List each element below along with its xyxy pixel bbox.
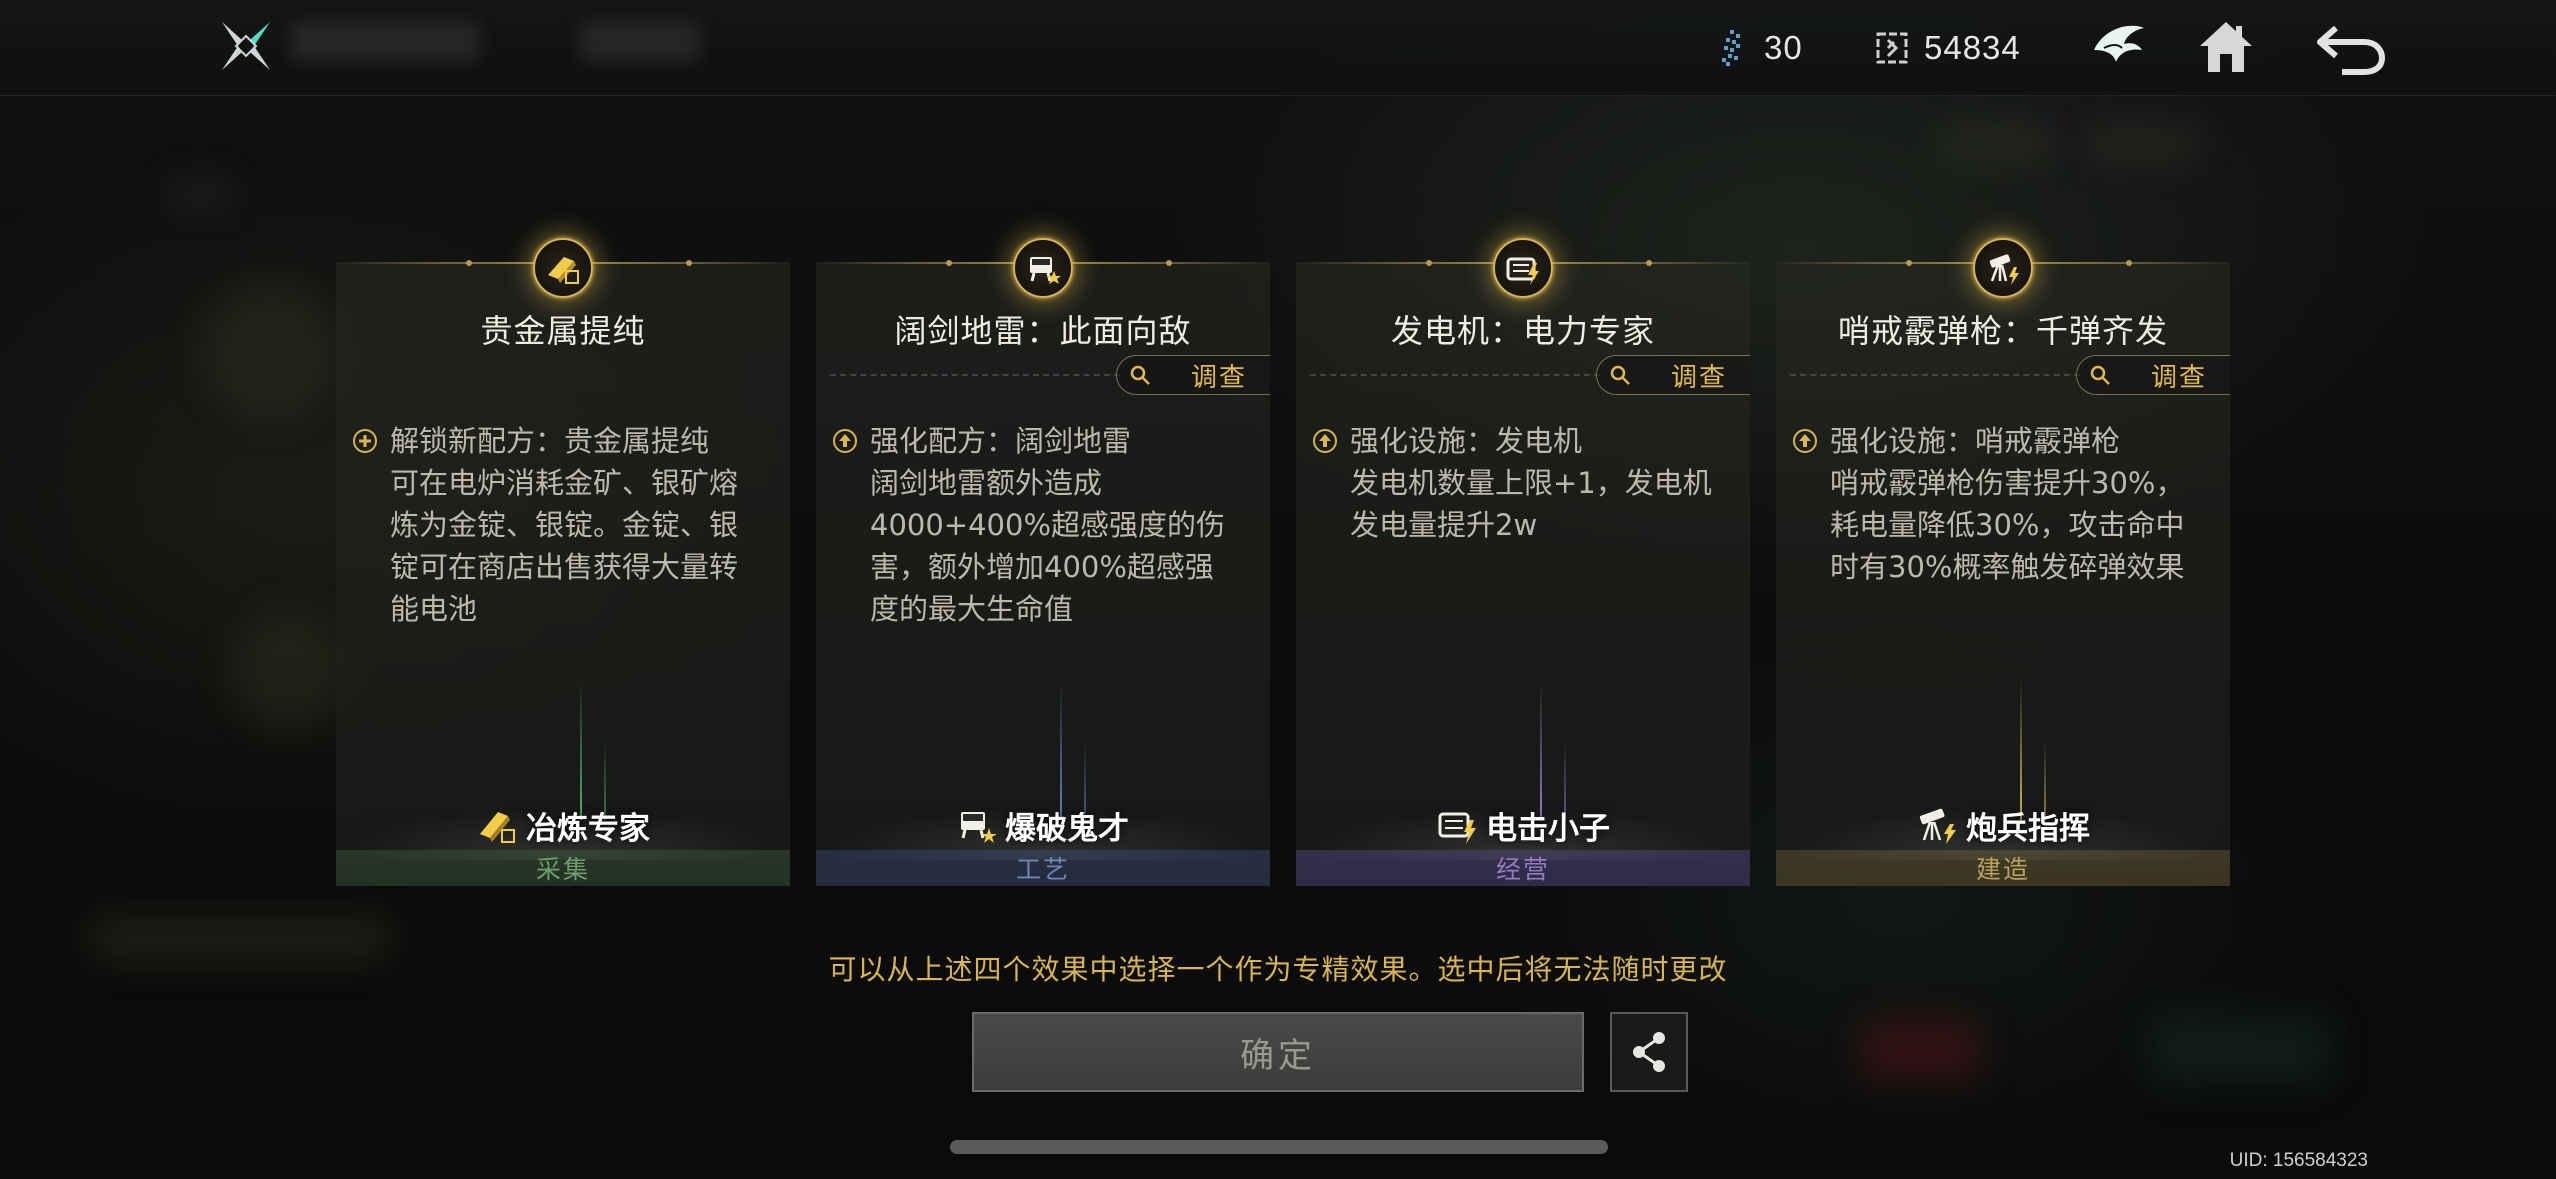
- blurred-title: [290, 22, 480, 62]
- card-3-investigate-button[interactable]: 调查: [1596, 355, 1750, 395]
- card-4-description: 强化设施：哨戒霰弹枪 哨戒霰弹枪伤害提升30%，耗电量降低30%，攻击命中时有3…: [1792, 420, 2202, 588]
- card-1-effect-body: 可在电炉消耗金矿、银矿熔炼为金锭、银锭。金锭、银锭可在商店出售获得大量转能电池: [390, 466, 739, 626]
- home-indicator[interactable]: [950, 1140, 1608, 1154]
- faction-emblem-icon[interactable]: [2086, 14, 2150, 78]
- investigate-label: 调查: [1191, 362, 1248, 393]
- selection-hint: 可以从上述四个效果中选择一个作为专精效果。选中后将无法随时更改: [828, 953, 1728, 986]
- light-beam: [2020, 680, 2022, 820]
- card-3-effect-head: 强化设施：发电机: [1350, 424, 1583, 458]
- dashed-divider: [1790, 374, 2080, 376]
- home-icon[interactable]: [2194, 14, 2258, 78]
- bg-blur: [1940, 128, 2050, 160]
- card-4-effect-body: 哨戒霰弹枪伤害提升30%，耗电量降低30%，攻击命中时有30%概率触发碎弹效果: [1830, 466, 2185, 584]
- card-3-specialist-name: 电击小子: [1486, 810, 1610, 847]
- card-divider-dot: [2126, 260, 2132, 266]
- card-3-specialist: 电击小子: [1296, 800, 1750, 850]
- confirm-button[interactable]: 确定: [972, 1012, 1584, 1092]
- bg-blur: [2090, 128, 2200, 160]
- bg-blur: [1860, 1020, 1980, 1080]
- card-1-specialist-name: 冶炼专家: [526, 810, 650, 847]
- card-2-investigate-button[interactable]: 调查: [1116, 355, 1270, 395]
- card-4-medallion: [1973, 238, 2033, 298]
- game-logo-icon[interactable]: [218, 18, 274, 74]
- card-1-title: 贵金属提纯: [480, 312, 646, 350]
- card-1-effect-head: 解锁新配方：贵金属提纯: [390, 424, 710, 458]
- share-button[interactable]: [1610, 1012, 1688, 1092]
- back-icon[interactable]: [2312, 14, 2388, 78]
- card-1-medallion: [533, 238, 593, 298]
- card-divider-dot: [1646, 260, 1652, 266]
- card-divider-dot: [946, 260, 952, 266]
- share-icon: [1633, 1032, 1665, 1072]
- card-divider-dot: [466, 260, 472, 266]
- card-divider-dot: [1426, 260, 1432, 266]
- dashed-divider: [830, 374, 1120, 376]
- card-4-title: 哨戒霰弹枪：千弹齐发: [1837, 312, 2168, 350]
- card-4-investigate-button[interactable]: 调查: [2076, 355, 2230, 395]
- search-icon: [1610, 365, 1630, 385]
- card-2-specialist: 爆破鬼才: [816, 800, 1270, 850]
- upgrade-arrow-icon: [1313, 429, 1337, 453]
- card-2-effect-head: 强化配方：阔剑地雷: [870, 424, 1132, 458]
- card-1-description: 解锁新配方：贵金属提纯 可在电炉消耗金矿、银矿熔炼为金锭、银锭。金锭、银锭可在商…: [352, 420, 762, 630]
- card-3-effect-body: 发电机数量上限+1，发电机发电量提升2w: [1350, 466, 1712, 542]
- top-bar: 30 54834: [0, 0, 2556, 96]
- user-id: UID: 156584323: [2229, 1150, 2368, 1171]
- search-icon: [1130, 365, 1150, 385]
- generator-icon: [1506, 257, 1539, 285]
- screen: 30 54834 贵金属提纯 解锁新配方：贵金属提纯 可在电炉消耗金矿、银矿熔炼…: [0, 0, 2556, 1179]
- card-3-title: 发电机：电力专家: [1390, 312, 1655, 350]
- bg-blur: [2150, 1015, 2330, 1085]
- turret-icon: [1919, 808, 1956, 844]
- card-divider-dot: [686, 260, 692, 266]
- card-4-effect-head: 强化设施：哨戒霰弹枪: [1830, 424, 2121, 458]
- light-beam: [580, 680, 582, 820]
- card-3-medallion: [1493, 238, 1553, 298]
- card-2-medallion: [1013, 238, 1073, 298]
- card-1-category: 采集: [336, 850, 790, 886]
- gold-bar-icon: [480, 812, 515, 843]
- explosive-icon: [1030, 257, 1061, 284]
- card-3-category: 经营: [1296, 850, 1750, 886]
- resource-energy: 30: [1716, 24, 1803, 72]
- energy-count: 30: [1764, 29, 1803, 66]
- investigate-label: 调查: [2151, 362, 2208, 393]
- card-2-specialist-name: 爆破鬼才: [1005, 810, 1129, 847]
- generator-icon: [1438, 812, 1476, 844]
- bg-blur: [200, 280, 340, 420]
- light-beam: [1060, 680, 1062, 820]
- resource-currency: 54834: [1874, 24, 2021, 72]
- card-divider-dot: [1166, 260, 1172, 266]
- energy-crystal-icon: [1722, 30, 1740, 66]
- card-4-specialist-name: 炮兵指挥: [1966, 810, 2090, 847]
- card-2-effect-body: 阔剑地雷额外造成4000+400%超感强度的伤害，额外增加400%超感强度的最大…: [870, 466, 1226, 626]
- card-2-description: 强化配方：阔剑地雷 阔剑地雷额外造成4000+400%超感强度的伤害，额外增加4…: [832, 420, 1242, 630]
- gold-bar-icon: [548, 257, 579, 284]
- card-3-description: 强化设施：发电机 发电机数量上限+1，发电机发电量提升2w: [1312, 420, 1722, 546]
- gear-currency-icon: [1876, 32, 1908, 64]
- plus-circle-icon: [353, 429, 377, 453]
- card-4-specialist: 炮兵指挥: [1776, 800, 2230, 850]
- card-divider-dot: [1906, 260, 1912, 266]
- search-icon: [2090, 365, 2110, 385]
- blurred-tab: [580, 22, 700, 62]
- card-2-title: 阔剑地雷：此面向敌: [894, 312, 1192, 350]
- card-2-category: 工艺: [816, 850, 1270, 886]
- bg-blur: [170, 180, 230, 206]
- light-beam: [1540, 680, 1542, 820]
- bg-blur: [230, 610, 350, 730]
- explosive-icon: [961, 812, 997, 843]
- turret-icon: [1989, 254, 2019, 285]
- card-1-specialist: 冶炼专家: [336, 800, 790, 850]
- upgrade-arrow-icon: [1793, 429, 1817, 453]
- upgrade-arrow-icon: [833, 429, 857, 453]
- currency-count: 54834: [1924, 29, 2021, 66]
- investigate-label: 调查: [1671, 362, 1728, 393]
- dashed-divider: [1310, 374, 1600, 376]
- card-4-category: 建造: [1776, 850, 2230, 886]
